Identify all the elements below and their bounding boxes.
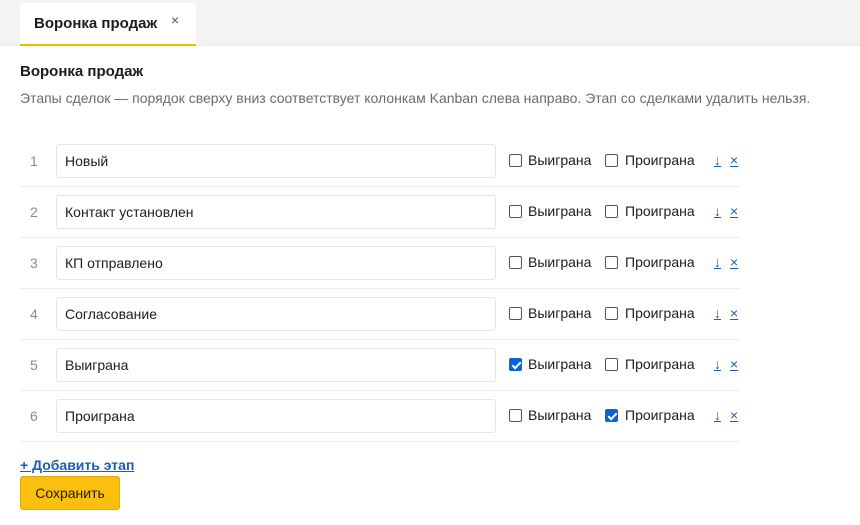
move-down-icon[interactable]: ↓ [714,305,721,321]
lost-label: Проиграна [625,152,695,168]
page-title: Воронка продаж [20,63,144,80]
add-stage-link[interactable]: + Добавить этап [20,457,134,473]
move-down-icon[interactable]: ↓ [714,407,721,423]
lost-label: Проиграна [625,305,695,321]
stage-row: 3 Выиграна Проиграна ↓ × [20,238,740,289]
move-down-icon[interactable]: ↓ [714,356,721,372]
won-label: Выиграна [528,152,592,168]
delete-icon[interactable]: × [730,407,738,423]
tab-bar: Воронка продаж × [0,0,860,46]
stage-name-input[interactable] [56,399,496,433]
delete-icon[interactable]: × [730,152,738,168]
delete-icon[interactable]: × [730,203,738,219]
lost-checkbox[interactable] [605,256,618,269]
stage-name-input[interactable] [56,144,496,178]
delete-icon[interactable]: × [730,356,738,372]
lost-label: Проиграна [625,356,695,372]
close-icon[interactable]: × [171,12,179,28]
tab-label: Воронка продаж [34,15,158,32]
won-label: Выиграна [528,203,592,219]
stage-row: 1 Выиграна Проиграна ↓ × [20,136,740,187]
save-button[interactable]: Сохранить [20,476,120,510]
stage-row: 6 Выиграна Проиграна ↓ × [20,391,740,442]
stage-row: 2 Выиграна Проиграна ↓ × [20,187,740,238]
stage-name-input[interactable] [56,195,496,229]
stage-row: 4 Выиграна Проиграна ↓ × [20,289,740,340]
won-checkbox[interactable] [509,205,522,218]
lost-label: Проиграна [625,407,695,423]
stage-number: 5 [30,357,38,373]
stage-name-input[interactable] [56,246,496,280]
stage-name-input[interactable] [56,348,496,382]
won-checkbox[interactable] [509,409,522,422]
stage-number: 3 [30,255,38,271]
stage-number: 2 [30,204,38,220]
won-label: Выиграна [528,254,592,270]
tab-sales-funnel[interactable]: Воронка продаж × [20,3,196,46]
won-checkbox[interactable] [509,256,522,269]
won-label: Выиграна [528,407,592,423]
stage-row: 5 Выиграна Проиграна ↓ × [20,340,740,391]
stages-list: 1 Выиграна Проиграна ↓ × 2 Выиграна Прои… [20,136,740,442]
stage-number: 1 [30,153,38,169]
delete-icon[interactable]: × [730,305,738,321]
won-checkbox[interactable] [509,358,522,371]
lost-checkbox[interactable] [605,154,618,167]
stage-number: 6 [30,408,38,424]
stage-number: 4 [30,306,38,322]
page-description: Этапы сделок — порядок сверху вниз соотв… [20,90,811,106]
move-down-icon[interactable]: ↓ [714,152,721,168]
lost-label: Проиграна [625,254,695,270]
delete-icon[interactable]: × [730,254,738,270]
move-down-icon[interactable]: ↓ [714,203,721,219]
won-label: Выиграна [528,305,592,321]
lost-checkbox[interactable] [605,358,618,371]
lost-label: Проиграна [625,203,695,219]
lost-checkbox[interactable] [605,409,618,422]
won-checkbox[interactable] [509,307,522,320]
stage-name-input[interactable] [56,297,496,331]
won-label: Выиграна [528,356,592,372]
lost-checkbox[interactable] [605,307,618,320]
move-down-icon[interactable]: ↓ [714,254,721,270]
lost-checkbox[interactable] [605,205,618,218]
won-checkbox[interactable] [509,154,522,167]
